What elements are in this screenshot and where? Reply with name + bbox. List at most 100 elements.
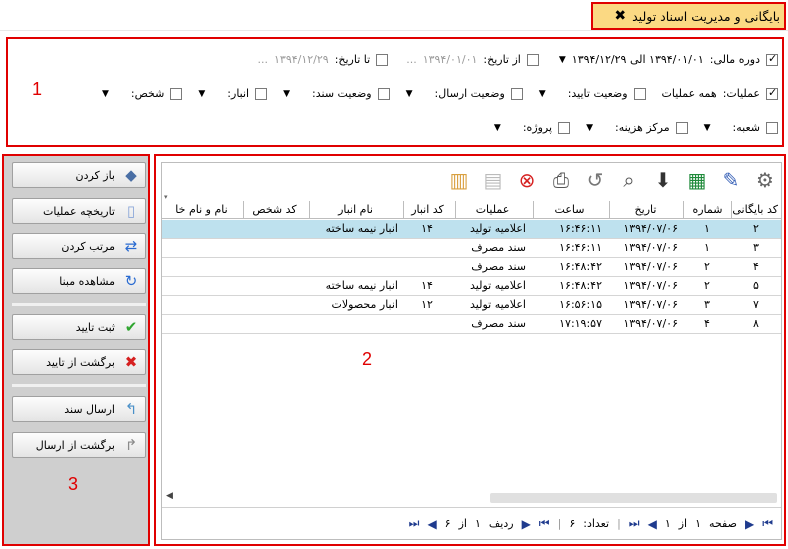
history-label: تاریخچه عملیات xyxy=(43,204,115,218)
row-value[interactable]: ۱ xyxy=(475,517,481,530)
next-row-icon[interactable]: ◀ xyxy=(427,517,436,531)
window-tab[interactable]: بایگانی و مدیریت اسناد تولید ✖ xyxy=(591,2,786,30)
table-row[interactable]: ۷ ۳ ۱۳۹۴/۰۷/۰۶ ۱۶:۵۶:۱۵ اعلامیه تولید ۱۲ انبار… xyxy=(162,296,781,315)
column-header[interactable]: نام و نام خا xyxy=(161,201,241,219)
page-value[interactable]: ۱ xyxy=(695,517,701,530)
fiscal-period-dropdown-icon[interactable]: ▼ xyxy=(559,55,566,65)
first-row-icon[interactable]: ⏮ xyxy=(539,516,550,531)
last-page-icon[interactable]: ⏭ xyxy=(629,516,640,531)
to-date-checkbox[interactable] xyxy=(376,53,389,66)
warehouse-dropdown-icon[interactable]: ▼ xyxy=(198,89,205,99)
column-header[interactable]: تاریخ xyxy=(609,201,681,219)
first-page-icon[interactable]: ⏮ xyxy=(762,516,773,531)
cost-center-dropdown-icon[interactable]: ▼ xyxy=(586,123,593,133)
scrollbar-thumb[interactable] xyxy=(490,493,777,503)
from-date-ellipsis[interactable]: ... xyxy=(406,53,417,66)
close-icon[interactable]: ✖ xyxy=(614,8,626,24)
send-status-dropdown-icon[interactable]: ▼ xyxy=(406,89,413,99)
person-checkbox[interactable] xyxy=(170,87,183,100)
last-row-icon[interactable]: ⏭ xyxy=(409,516,420,531)
prev-page-icon[interactable]: ▶ xyxy=(745,517,754,531)
table-row[interactable]: ۵ ۲ ۱۳۹۴/۰۷/۰۶ ۱۶:۴۸:۴۲ اعلامیه تولید ۱۴ انبار… xyxy=(162,277,781,296)
table-cell xyxy=(243,220,305,238)
delete-doc-icon[interactable]: ⊗ xyxy=(513,166,541,194)
table-cell xyxy=(403,315,451,333)
confirm-status-checkbox[interactable] xyxy=(633,87,646,100)
checkmark-icon: ✔ xyxy=(124,318,138,336)
download-icon[interactable]: ⬇ xyxy=(649,166,677,194)
table-row[interactable]: ۲ ۱ ۱۳۹۴/۰۷/۰۶ ۱۶:۴۶:۱۱ اعلامیه تولید ۱۴ انبار… xyxy=(162,220,781,239)
prev-row-icon[interactable]: ▶ xyxy=(522,517,531,531)
column-header[interactable]: ساعت xyxy=(533,201,605,219)
table-cell xyxy=(243,296,305,314)
column-header[interactable]: نام انبار xyxy=(309,201,401,219)
search-icon[interactable]: ⌕ xyxy=(615,166,643,194)
unsend-button[interactable]: ↱ برگشت از ارسال xyxy=(12,432,146,458)
column-header[interactable]: کد انبار xyxy=(403,201,451,219)
table-row[interactable]: ۴ ۲ ۱۳۹۴/۰۷/۰۶ ۱۶:۴۸:۴۲ سند مصرف xyxy=(162,258,781,277)
doc-status-dropdown-icon[interactable]: ▼ xyxy=(283,89,290,99)
open-button[interactable]: ◆ باز کردن xyxy=(12,162,146,188)
send-doc-button[interactable]: ↰ ارسال سند xyxy=(12,396,146,422)
table-cell: ۳ xyxy=(704,298,710,311)
branch-dropdown-icon[interactable]: ▼ xyxy=(704,123,711,133)
sidebar-divider xyxy=(12,303,146,306)
from-date-value[interactable]: ۱۳۹۴/۰۱/۰۱ xyxy=(423,53,478,66)
send-status-checkbox[interactable] xyxy=(510,87,523,100)
doc-status-label: وضعیت سند: xyxy=(312,87,372,100)
from-date-checkbox[interactable] xyxy=(526,53,539,66)
to-date-value[interactable]: ۱۳۹۴/۱۲/۲۹ xyxy=(274,53,329,66)
history-button[interactable]: ▯ تاریخچه عملیات xyxy=(12,198,146,224)
send-arrow-icon: ↰ xyxy=(124,400,138,418)
table-cell xyxy=(243,239,305,257)
table-cell xyxy=(161,277,241,295)
pager-separator: | xyxy=(557,517,562,530)
print-icon[interactable]: ⎙ xyxy=(547,166,575,194)
table-cell: ۲ xyxy=(753,222,759,235)
confirm-status-dropdown-icon[interactable]: ▼ xyxy=(539,89,546,99)
table-row[interactable]: ۸ ۴ ۱۳۹۴/۰۷/۰۶ ۱۷:۱۹:۵۷ سند مصرف xyxy=(162,315,781,334)
table-cell: سند مصرف xyxy=(471,317,526,330)
unconfirm-button[interactable]: ✖ برگشت از تایید xyxy=(12,349,146,375)
sort-arrows-icon: ⇄ xyxy=(124,237,138,255)
next-page-icon[interactable]: ◀ xyxy=(648,517,657,531)
branch-checkbox[interactable] xyxy=(766,121,778,134)
table-cell: ۲ xyxy=(704,260,710,273)
column-header[interactable]: شماره xyxy=(683,201,731,219)
pen-icon[interactable]: ✎ xyxy=(717,166,745,194)
table-row[interactable]: ۳ ۱ ۱۳۹۴/۰۷/۰۶ ۱۶:۴۶:۱۱ سند مصرف xyxy=(162,239,781,258)
confirm-button[interactable]: ✔ ثبت تایید xyxy=(12,314,146,340)
operations-checkbox[interactable] xyxy=(766,86,778,100)
documents-grid-panel: ⚙ ✎ ▦ ⬇ ⌕ ↺ ⎙ ⊗ ▤ ▥ ▾ کد بایگانی شماره تار… xyxy=(154,154,786,546)
person-dropdown-icon[interactable]: ▼ xyxy=(102,89,109,99)
table-cell: ۱۳۹۴/۰۷/۰۶ xyxy=(623,298,678,311)
column-header[interactable]: کد شخص xyxy=(243,201,305,219)
paste-icon[interactable]: ▥ xyxy=(445,166,473,194)
table-cell: ۱۶:۴۸:۴۲ xyxy=(559,279,602,292)
cost-center-checkbox[interactable] xyxy=(675,121,688,134)
horizontal-scrollbar[interactable]: ◀ xyxy=(162,491,781,505)
to-date-ellipsis[interactable]: ... xyxy=(258,53,269,66)
view-base-button[interactable]: ↻ مشاهده مبنا xyxy=(12,268,146,294)
project-dropdown-icon[interactable]: ▼ xyxy=(494,123,501,133)
fiscal-period-checkbox[interactable] xyxy=(766,52,778,66)
column-header[interactable]: کد بایگانی xyxy=(731,201,781,219)
refresh-icon: ↻ xyxy=(124,272,138,290)
table-cell: ۱۳۹۴/۰۷/۰۶ xyxy=(623,241,678,254)
warehouse-checkbox[interactable] xyxy=(255,87,268,100)
column-menu-icon[interactable]: ▾ xyxy=(164,193,168,201)
settings-gears-icon[interactable]: ⚙ xyxy=(751,166,779,194)
table-cell: ۷ xyxy=(753,298,759,311)
sort-button[interactable]: ⇄ مرتب کردن xyxy=(12,233,146,259)
excel-export-icon[interactable]: ▦ xyxy=(683,166,711,194)
fiscal-period-value[interactable]: ۱۳۹۴/۰۱/۰۱ الی ۱۳۹۴/۱۲/۲۹ xyxy=(572,53,704,66)
doc-status-checkbox[interactable] xyxy=(377,87,390,100)
table-cell xyxy=(161,296,241,314)
scroll-left-icon[interactable]: ◀ xyxy=(166,491,173,501)
grid-toolbar: ⚙ ✎ ▦ ⬇ ⌕ ↺ ⎙ ⊗ ▤ ▥ xyxy=(445,165,779,195)
reload-icon[interactable]: ↺ xyxy=(581,166,609,194)
project-checkbox[interactable] xyxy=(558,121,571,134)
operations-value[interactable]: همه عملیات xyxy=(662,87,717,100)
column-header[interactable]: عملیات xyxy=(455,201,529,219)
document-icon[interactable]: ▤ xyxy=(479,166,507,194)
